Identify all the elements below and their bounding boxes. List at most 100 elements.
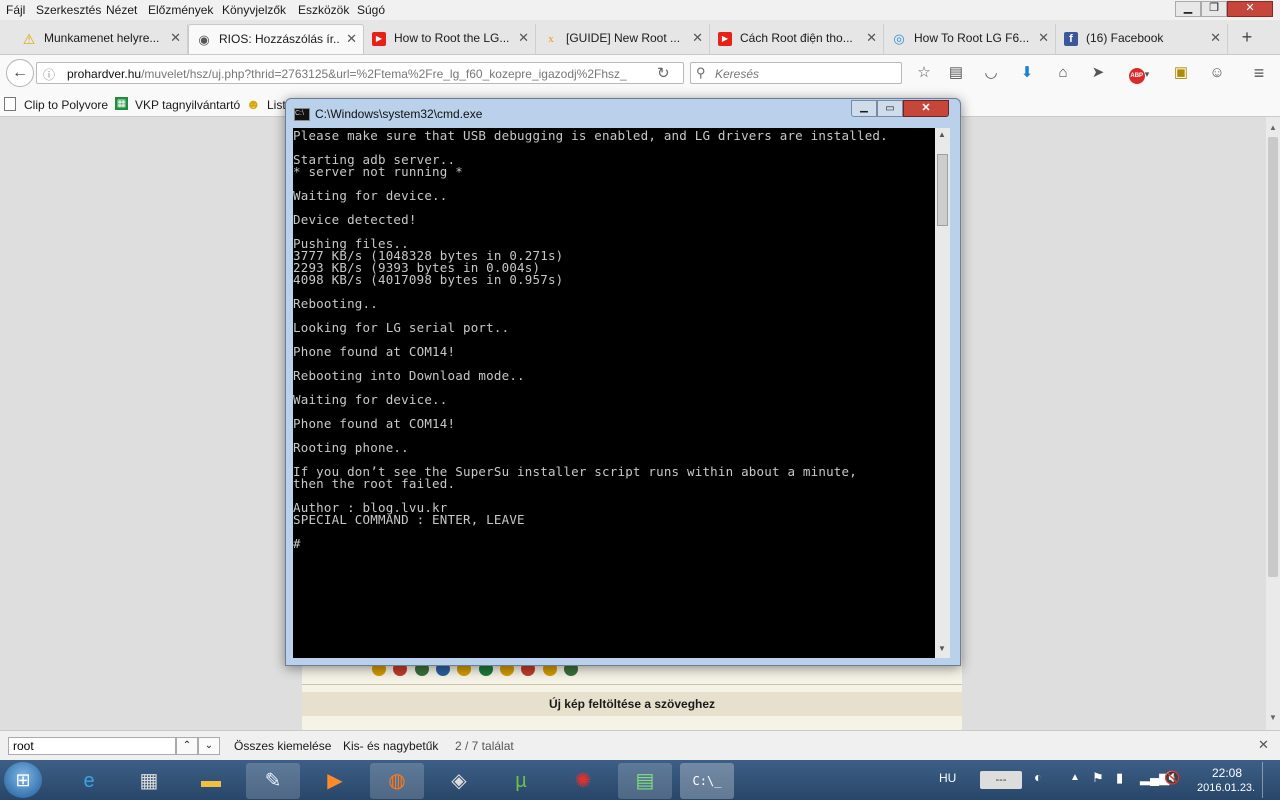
find-input[interactable] xyxy=(8,737,176,755)
find-next-button[interactable]: ⌄ xyxy=(198,737,220,755)
bookmark-vkp[interactable]: VKP tagnyilvántartó xyxy=(135,98,240,112)
downloads-icon[interactable]: ⬇ xyxy=(1016,62,1038,84)
close-find-icon[interactable]: ✕ xyxy=(1258,737,1269,753)
scroll-down-icon[interactable]: ▼ xyxy=(938,644,946,653)
console-output: Please make sure that USB debugging is e… xyxy=(293,128,888,551)
search-bar[interactable]: ⚲ Keresés xyxy=(690,62,902,84)
hamburger-menu-icon[interactable]: ≡ xyxy=(1248,62,1270,84)
start-button[interactable]: ⊞ xyxy=(4,762,42,798)
tab-label: Cách Root điện tho... xyxy=(740,31,853,45)
bookmark-clip-to-polyvore[interactable]: Clip to Polyvore xyxy=(24,98,108,112)
clock-date[interactable]: 2016.01.23. xyxy=(1197,782,1255,794)
warning-icon: ⚠ xyxy=(22,31,36,47)
find-bar: ⌃ ⌄ Összes kiemelése Kis- és nagybetűk 2… xyxy=(0,730,1280,760)
find-previous-button[interactable]: ⌃ xyxy=(176,737,198,755)
calculator-icon[interactable]: ▦ xyxy=(122,763,176,799)
close-tab-icon[interactable]: ✕ xyxy=(518,24,529,52)
chat-icon[interactable]: ☺ xyxy=(1206,62,1228,84)
share-icon[interactable]: ➤ xyxy=(1087,62,1109,84)
close-tab-icon[interactable]: ✕ xyxy=(866,24,877,52)
youtube-icon: ▶ xyxy=(372,32,386,46)
reload-icon[interactable]: ↻ xyxy=(657,64,670,82)
compass-app-icon[interactable]: ◈ xyxy=(432,763,486,799)
cmd-scrollbar[interactable]: ▲ ▼ xyxy=(935,128,950,658)
language-indicator[interactable]: HU xyxy=(939,771,956,785)
menu-view[interactable]: Nézet xyxy=(106,3,137,17)
tab-active[interactable]: ◉ RIOS: Hozzászólás ír... ✕ xyxy=(188,24,364,54)
match-case-toggle[interactable]: Kis- és nagybetűk xyxy=(343,739,438,753)
internet-explorer-icon[interactable]: e xyxy=(62,763,116,799)
firefox-icon[interactable]: ◍ xyxy=(370,763,424,799)
security-app-icon[interactable]: ✺ xyxy=(556,763,610,799)
tab[interactable]: ▶ Cách Root điện tho... ✕ xyxy=(710,24,884,54)
menu-tools[interactable]: Eszközök xyxy=(298,3,349,17)
clock-time[interactable]: 22:08 xyxy=(1212,766,1242,780)
scroll-down-icon[interactable]: ▼ xyxy=(1269,713,1277,722)
close-tab-icon[interactable]: ✕ xyxy=(692,24,703,52)
menu-edit[interactable]: Szerkesztés xyxy=(36,3,101,17)
pocket-icon[interactable]: ◡ xyxy=(980,62,1002,84)
media-player-icon[interactable]: ▶ xyxy=(308,763,362,799)
cmd-taskbar-icon[interactable]: C:\_ xyxy=(680,763,734,799)
close-tab-icon[interactable]: ✕ xyxy=(346,25,357,53)
close-tab-icon[interactable]: ✕ xyxy=(1210,24,1221,52)
action-center-flag-icon[interactable]: ⚑ xyxy=(1092,770,1104,786)
highlight-all-toggle[interactable]: Összes kiemelése xyxy=(234,739,331,753)
menu-bookmarks[interactable]: Könyvjelzők xyxy=(222,3,286,17)
find-status: 2 / 7 találat xyxy=(455,739,514,753)
scroll-up-icon[interactable]: ▲ xyxy=(1269,123,1277,132)
maximize-button[interactable]: ❐ xyxy=(1201,1,1227,17)
show-hidden-icons-icon[interactable]: ▲ xyxy=(1070,772,1080,783)
close-tab-icon[interactable]: ✕ xyxy=(170,24,181,52)
extension-icon[interactable]: ▣ xyxy=(1170,62,1192,84)
menu-bar: Fájl Szerkesztés Nézet Előzmények Könyvj… xyxy=(0,0,1280,20)
url-bar[interactable]: ⓘ prohardver.hu/muvelet/hsz/uj.php?thrid… xyxy=(36,62,684,84)
scroll-up-icon[interactable]: ▲ xyxy=(938,130,946,139)
scrollbar-thumb[interactable] xyxy=(1268,137,1278,577)
site-icon: ◎ xyxy=(893,31,905,46)
rios-site-icon: ◉ xyxy=(198,32,210,47)
close-window-button[interactable]: ✕ xyxy=(1227,1,1273,17)
tab[interactable]: f (16) Facebook ✕ xyxy=(1056,24,1228,54)
xda-icon: x xyxy=(548,33,554,45)
notepad-icon[interactable]: ✎ xyxy=(246,763,300,799)
url-text: prohardver.hu/muvelet/hsz/uj.php?thrid=2… xyxy=(67,67,627,81)
home-icon[interactable]: ⌂ xyxy=(1052,62,1074,84)
tray-power-icon[interactable]: ◐ xyxy=(1034,769,1042,785)
back-button[interactable]: ← xyxy=(6,59,34,87)
battery-icon[interactable]: ▮ xyxy=(1116,770,1123,786)
menu-help[interactable]: Súgó xyxy=(357,3,385,17)
page-icon xyxy=(4,97,16,111)
minimize-button[interactable]: ▁ xyxy=(1175,1,1201,17)
bookmark-list[interactable]: List xyxy=(267,98,286,112)
adblock-icon[interactable]: ABP ▾ xyxy=(1124,62,1154,84)
bookmark-star-icon[interactable]: ☆ xyxy=(913,62,935,84)
cmd-close-button[interactable]: ✕ xyxy=(903,100,949,117)
cmd-console[interactable]: Please make sure that USB debugging is e… xyxy=(293,128,935,658)
search-icon: ⚲ xyxy=(696,65,706,80)
cmd-minimize-button[interactable]: ▁ xyxy=(851,100,877,117)
scrollbar-thumb[interactable] xyxy=(937,154,948,226)
close-tab-icon[interactable]: ✕ xyxy=(1038,24,1049,52)
file-explorer-icon[interactable]: ▬ xyxy=(184,763,238,799)
upload-heading: Új kép feltöltése a szöveghez xyxy=(302,692,962,716)
tab[interactable]: x [GUIDE] New Root ... ✕ xyxy=(536,24,710,54)
tray-app-icon[interactable]: --- xyxy=(980,771,1022,789)
menu-file[interactable]: Fájl xyxy=(6,3,25,17)
new-tab-button[interactable]: + xyxy=(1236,26,1258,48)
utorrent-icon[interactable]: µ xyxy=(494,763,548,799)
tab[interactable]: ◎ How To Root LG F6... ✕ xyxy=(884,24,1056,54)
tab[interactable]: ▶ How to Root the LG... ✕ xyxy=(364,24,536,54)
volume-muted-icon[interactable]: 🔇 xyxy=(1164,770,1180,786)
show-desktop-button[interactable] xyxy=(1262,762,1277,798)
reading-list-icon[interactable]: ▤ xyxy=(945,62,967,84)
site-info-icon[interactable]: ⓘ xyxy=(43,66,55,83)
tab-label: Munkamenet helyre... xyxy=(44,31,160,45)
task-monitor-icon[interactable]: ▤ xyxy=(618,763,672,799)
menu-history[interactable]: Előzmények xyxy=(148,3,213,17)
tab[interactable]: ⚠ Munkamenet helyre... ✕ xyxy=(14,24,188,54)
cmd-maximize-button[interactable]: ▭ xyxy=(877,100,903,117)
sheet-icon: ▦ xyxy=(115,97,128,110)
page-scrollbar[interactable]: ▲ ▼ xyxy=(1266,117,1280,730)
divider xyxy=(302,684,962,685)
